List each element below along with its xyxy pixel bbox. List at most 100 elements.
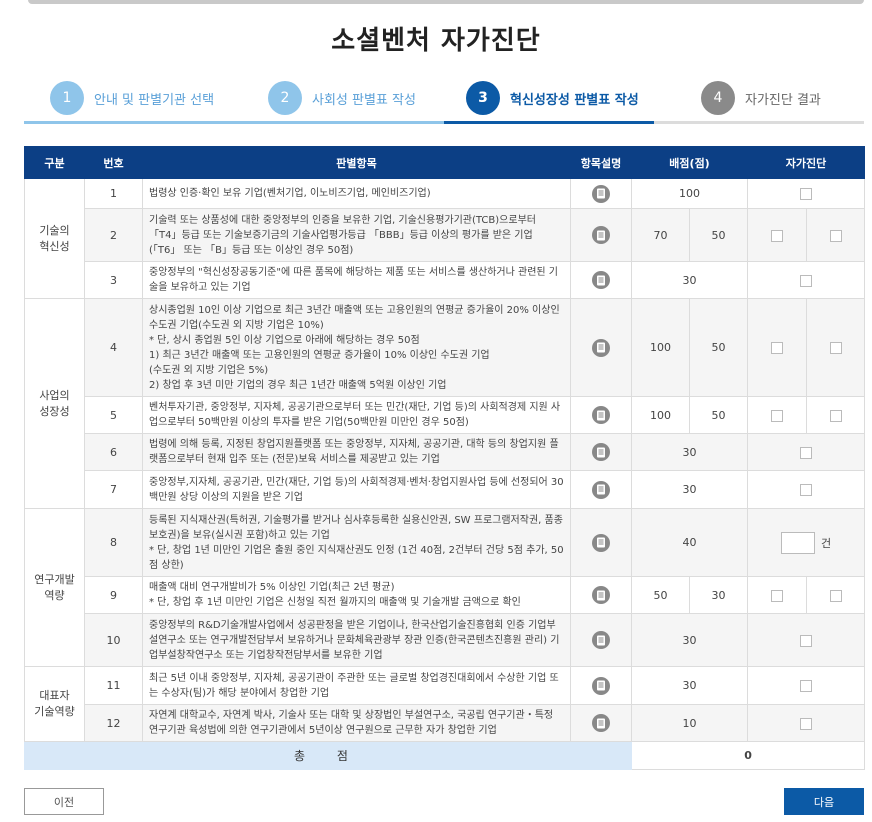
self-check-checkbox[interactable] [771, 409, 784, 422]
row-item-text: 자연계 대학교수, 자연계 박사, 기술사 또는 대학 및 상장법인 부설연구소… [142, 704, 571, 742]
category-growth-label: 사업의 성장성 [39, 388, 70, 418]
row-check-b [806, 298, 866, 397]
row-check [747, 704, 866, 742]
step-2-number: 2 [268, 81, 302, 115]
header-self: 자가진단 [747, 146, 866, 179]
row-score-a: 100 [631, 396, 690, 434]
row-check-b [806, 576, 866, 614]
document-info-icon[interactable] [592, 586, 610, 604]
top-decoration-bar [28, 0, 864, 4]
row-desc [570, 666, 632, 705]
table-row: 9 매출액 대비 연구개발비가 5% 이상인 기업(최근 2년 평균) * 단,… [25, 576, 866, 614]
step-progress: 1 안내 및 판별기관 선택 2 사회성 판별표 작성 3 혁신성장성 판별표 … [24, 78, 864, 124]
step-3-number: 3 [466, 81, 500, 115]
table-header-row: 구분 번호 판별항목 항목설명 배점(점) 자가진단 [24, 146, 866, 179]
row-score-a: 100 [631, 298, 690, 397]
row-desc [570, 396, 632, 434]
step-3: 3 혁신성장성 판별표 작성 [466, 80, 639, 116]
document-info-icon[interactable] [592, 184, 610, 203]
category-ceo: 대표자 기술역량 [24, 666, 85, 742]
row-item-text: 중앙정부의 "혁신성장공동기준"에 따른 품목에 해당하는 제품 또는 서비스를… [142, 261, 571, 299]
row-number: 1 [84, 178, 143, 209]
self-check-checkbox[interactable] [800, 188, 813, 200]
step-2: 2 사회성 판별표 작성 [268, 80, 416, 116]
next-button[interactable]: 다음 [784, 788, 864, 815]
document-info-icon[interactable] [592, 226, 610, 244]
row-desc [570, 470, 632, 509]
row-check [747, 261, 866, 299]
self-check-checkbox[interactable] [771, 229, 784, 242]
self-check-checkbox[interactable] [829, 342, 842, 354]
total-row: 총 점 0 [24, 741, 866, 770]
self-check-checkbox[interactable] [800, 446, 813, 459]
category-tech-label: 기술의 혁신성 [39, 223, 70, 253]
row-item-text: 법령상 인증·확인 보유 기업(벤처기업, 이노비즈기업, 메인비즈기업) [142, 178, 571, 209]
row-item-text: 매출액 대비 연구개발비가 5% 이상인 기업(최근 2년 평균) * 단, 창… [142, 576, 571, 614]
document-info-icon[interactable] [592, 443, 610, 461]
document-info-icon[interactable] [592, 406, 610, 424]
row-number: 2 [84, 208, 143, 262]
header-item: 판별항목 [142, 146, 571, 179]
row-score: 100 [630, 178, 749, 209]
row-score: 30 [630, 470, 749, 509]
self-check-checkbox[interactable] [829, 589, 842, 602]
row-number: 10 [84, 613, 143, 667]
document-info-icon[interactable] [592, 714, 610, 732]
row-item-text: 상시종업원 10인 이상 기업으로 최근 3년간 매출액 또는 고용인원의 연평… [142, 298, 571, 397]
patent-count-input[interactable] [780, 531, 815, 554]
count-unit: 건 [820, 536, 832, 550]
self-check-checkbox[interactable] [800, 717, 813, 730]
row-item-text: 중앙정부,지자체, 공공기관, 민간(재단, 기업 등)의 사회적경제·벤처·창… [142, 470, 571, 509]
row-desc [570, 208, 632, 262]
row-item-text: 등록된 지식재산권(특허권, 기술평가를 받거나 심사후등록한 실용신안권, S… [142, 508, 571, 577]
prev-button[interactable]: 이전 [24, 788, 104, 815]
row-item-text: 최근 5년 이내 중앙정부, 지자체, 공공기관이 주관한 또는 글로벌 창업경… [142, 666, 571, 705]
row-check-b [806, 396, 866, 434]
total-value: 0 [630, 741, 866, 770]
row-score-b: 50 [688, 208, 749, 262]
row-desc [570, 704, 632, 742]
self-check-checkbox[interactable] [829, 229, 842, 242]
self-check-checkbox[interactable] [800, 274, 813, 287]
row-check [747, 470, 866, 509]
row-score: 40 [630, 508, 749, 577]
row-score: 30 [630, 666, 749, 705]
row-number: 6 [84, 433, 143, 471]
document-info-icon[interactable] [592, 533, 610, 552]
step-1-label: 안내 및 판별기관 선택 [94, 92, 215, 108]
step-1: 1 안내 및 판별기관 선택 [50, 80, 214, 116]
row-desc [570, 613, 632, 667]
category-tech: 기술의 혁신성 [24, 178, 85, 299]
self-check-checkbox[interactable] [800, 680, 813, 692]
document-info-icon[interactable] [592, 480, 610, 499]
table-row: 12 자연계 대학교수, 자연계 박사, 기술사 또는 대학 및 상장법인 부설… [25, 704, 866, 742]
self-check-checkbox[interactable] [800, 484, 813, 496]
row-check [747, 178, 866, 209]
row-check [747, 433, 866, 471]
table-row: 3 중앙정부의 "혁신성장공동기준"에 따른 품목에 해당하는 제품 또는 서비… [25, 261, 866, 299]
row-score: 10 [630, 704, 749, 742]
document-info-icon[interactable] [592, 338, 610, 357]
document-info-icon[interactable] [592, 271, 610, 289]
self-check-checkbox[interactable] [771, 589, 784, 602]
document-info-icon[interactable] [592, 631, 610, 649]
total-label: 총 점 [24, 741, 632, 770]
category-rnd: 연구개발 역량 [24, 508, 85, 667]
row-desc [570, 178, 632, 209]
self-check-checkbox[interactable] [771, 342, 784, 354]
self-check-checkbox[interactable] [800, 634, 813, 647]
row-desc [570, 576, 632, 614]
step-active-bar [444, 121, 654, 124]
row-score-b: 50 [688, 396, 749, 434]
row-item-text: 벤처투자기관, 중앙정부, 지자체, 공공기관으로부터 또는 민간(재단, 기업… [142, 396, 571, 434]
row-item-text: 기술력 또는 상품성에 대한 중앙정부의 인증을 보유한 기업, 기술신용평가기… [142, 208, 571, 262]
self-diagnosis-table: 구분 번호 판별항목 항목설명 배점(점) 자가진단 기술의 혁신성 1 법령상… [24, 146, 866, 770]
table-row: 10 중앙정부의 R&D기술개발사업에서 성공판정을 받은 기업이나, 한국산업… [25, 613, 866, 667]
row-check-a [747, 576, 808, 614]
document-info-icon[interactable] [592, 676, 610, 695]
table-row: 7 중앙정부,지자체, 공공기관, 민간(재단, 기업 등)의 사회적경제·벤처… [25, 470, 866, 509]
self-check-checkbox[interactable] [829, 409, 842, 422]
row-check-a [747, 298, 808, 397]
row-check [747, 666, 866, 705]
row-number: 3 [84, 261, 143, 299]
